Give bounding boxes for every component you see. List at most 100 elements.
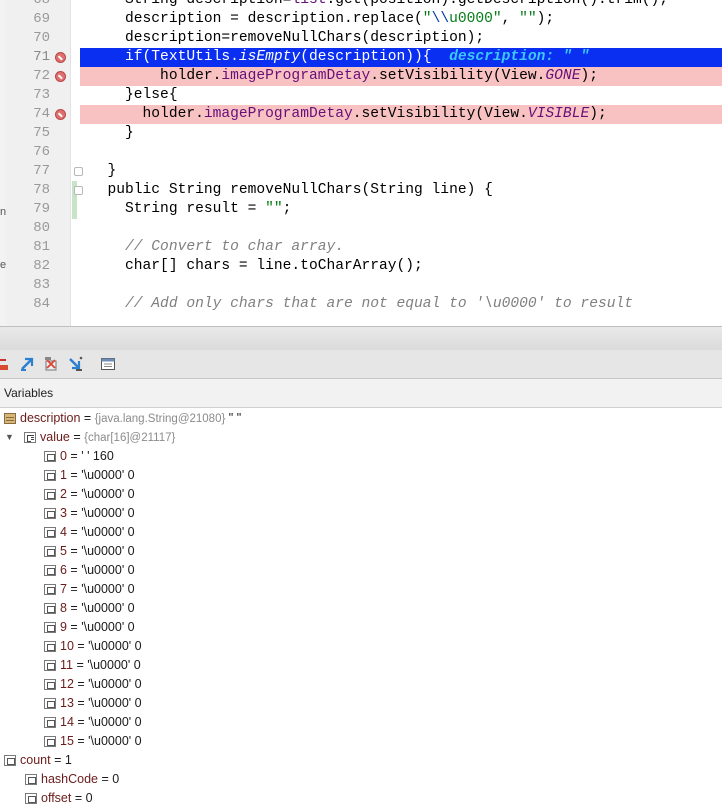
primitive-icon — [44, 603, 56, 614]
breakpoint-icon[interactable] — [55, 109, 66, 120]
array-element-row[interactable]: 6 = '\u0000' 0 — [0, 561, 722, 580]
code-token: ); — [580, 68, 598, 84]
primitive-icon — [44, 508, 56, 519]
code-line[interactable]: 77 } — [0, 162, 722, 181]
execution-point-line[interactable]: 71 if(TextUtils.isEmpty(description)){ d… — [0, 48, 722, 67]
primitive-icon — [44, 565, 56, 576]
code-line[interactable]: 73 }else{ — [0, 86, 722, 105]
step-out-icon[interactable] — [19, 356, 35, 372]
code-editor[interactable]: n e 68 String description=list.get(posit… — [0, 0, 722, 326]
code-text: String description=list.get(position).ge… — [86, 0, 722, 10]
panel-splitter[interactable] — [0, 326, 722, 352]
array-element-row[interactable]: 1 = '\u0000' 0 — [0, 466, 722, 485]
variable-row[interactable]: count = 1 — [0, 751, 722, 770]
code-text: // Add only chars that are not equal to … — [86, 295, 722, 314]
array-element-row[interactable]: 9 = '\u0000' 0 — [0, 618, 722, 637]
equals-sign: = — [66, 506, 82, 520]
variable-row[interactable]: ▼ value = {char[16]@21117} — [0, 428, 722, 447]
array-element-row[interactable]: 14 = '\u0000' 0 — [0, 713, 722, 732]
variable-entry: 8 = '\u0000' 0 — [60, 599, 135, 618]
primitive-icon — [4, 755, 16, 766]
array-element-row[interactable]: 2 = '\u0000' 0 — [0, 485, 722, 504]
variable-name: 15 — [60, 734, 74, 748]
variable-row[interactable]: offset = 0 — [0, 789, 722, 808]
expand-toggle-icon[interactable]: ▼ — [5, 428, 14, 447]
line-number: 70 — [33, 30, 50, 46]
array-element-row[interactable]: 5 = '\u0000' 0 — [0, 542, 722, 561]
variable-entry: 3 = '\u0000' 0 — [60, 504, 135, 523]
evaluate-expression-icon[interactable] — [100, 356, 116, 372]
equals-sign: = — [66, 449, 82, 463]
primitive-icon — [44, 584, 56, 595]
variable-name: 14 — [60, 715, 74, 729]
variable-entry: 11 = '\u0000' 0 — [60, 656, 141, 675]
code-line[interactable]: 80 — [0, 219, 722, 238]
code-line[interactable]: 69 description = description.replace("\\… — [0, 10, 722, 29]
array-element-row[interactable]: 8 = '\u0000' 0 — [0, 599, 722, 618]
code-line[interactable]: 83 — [0, 276, 722, 295]
breakpoint-icon[interactable] — [55, 71, 66, 82]
variable-name: 9 — [60, 620, 67, 634]
variable-name: 12 — [60, 677, 74, 691]
primitive-icon — [44, 698, 56, 709]
array-element-row[interactable]: 4 = '\u0000' 0 — [0, 523, 722, 542]
code-line[interactable]: 84 // Add only chars that are not equal … — [0, 295, 722, 314]
array-element-row[interactable]: 11 = '\u0000' 0 — [0, 656, 722, 675]
variable-name: 1 — [60, 468, 67, 482]
code-line[interactable]: 78 public String removeNullChars(String … — [0, 181, 722, 200]
fold-icon[interactable] — [74, 167, 83, 176]
code-line[interactable]: 75 } — [0, 124, 722, 143]
equals-sign: = — [69, 430, 85, 444]
variable-value: '\u0000' 0 — [81, 563, 135, 577]
fold-icon[interactable] — [74, 186, 83, 195]
array-element-row[interactable]: 0 = ' ' 160 — [0, 447, 722, 466]
code-token: public String removeNullChars(String lin… — [90, 182, 493, 198]
drop-frame-icon[interactable] — [43, 356, 59, 372]
array-element-row[interactable]: 10 = '\u0000' 0 — [0, 637, 722, 656]
code-line[interactable]: 70 description=removeNullChars(descripti… — [0, 29, 722, 48]
equals-sign: = — [72, 658, 88, 672]
code-token: char[] chars = line.toCharArray(); — [90, 258, 423, 274]
equals-sign: = — [73, 734, 89, 748]
inline-debug-value: description: " " — [449, 49, 590, 65]
variable-row[interactable]: hashCode = 0 — [0, 770, 722, 789]
breakpoint-line[interactable]: 72 holder.imageProgramDetay.setVisibilit… — [0, 67, 722, 86]
code-line[interactable]: 82 char[] chars = line.toCharArray(); — [0, 257, 722, 276]
code-text: public String removeNullChars(String lin… — [86, 181, 722, 200]
primitive-icon — [44, 489, 56, 500]
code-text: holder.imageProgramDetay.setVisibility(V… — [80, 67, 722, 86]
variable-name: 6 — [60, 563, 67, 577]
variable-entry: 6 = '\u0000' 0 — [60, 561, 135, 580]
array-element-row[interactable]: 12 = '\u0000' 0 — [0, 675, 722, 694]
code-line[interactable]: 68 String description=list.get(position)… — [0, 0, 722, 10]
variable-name: hashCode — [41, 772, 98, 786]
code-token: if(TextUtils. — [90, 49, 239, 65]
run-to-cursor-icon[interactable] — [0, 356, 12, 372]
code-line[interactable]: 79 String result = ""; — [0, 200, 722, 219]
equals-sign: = — [73, 696, 89, 710]
force-step-into-icon[interactable] — [67, 356, 83, 372]
variable-name: 4 — [60, 525, 67, 539]
line-number: 80 — [33, 220, 50, 236]
array-element-row[interactable]: 13 = '\u0000' 0 — [0, 694, 722, 713]
variable-entry: hashCode = 0 — [41, 770, 119, 789]
array-element-row[interactable]: 15 = '\u0000' 0 — [0, 732, 722, 751]
array-element-row[interactable]: 3 = '\u0000' 0 — [0, 504, 722, 523]
code-text: } — [86, 124, 722, 143]
code-line[interactable]: 76 — [0, 143, 722, 162]
breakpoint-icon[interactable] — [55, 52, 66, 63]
code-text: // Convert to char array. — [86, 238, 722, 257]
line-number: 69 — [33, 11, 50, 27]
variable-value: '\u0000' 0 — [88, 639, 142, 653]
code-token: u0000" — [449, 11, 502, 27]
array-element-row[interactable]: 7 = '\u0000' 0 — [0, 580, 722, 599]
breakpoint-line[interactable]: 74 holder.imageProgramDetay.setVisibilit… — [0, 105, 722, 124]
variable-name: 13 — [60, 696, 74, 710]
primitive-icon — [44, 451, 56, 462]
variable-row[interactable]: description = {java.lang.String@21080} "… — [0, 409, 722, 428]
equals-sign: = — [66, 468, 82, 482]
code-token: ; — [282, 201, 292, 217]
code-line[interactable]: 81 // Convert to char array. — [0, 238, 722, 257]
code-token: ); — [536, 11, 555, 27]
code-token: isEmpty — [238, 49, 301, 65]
